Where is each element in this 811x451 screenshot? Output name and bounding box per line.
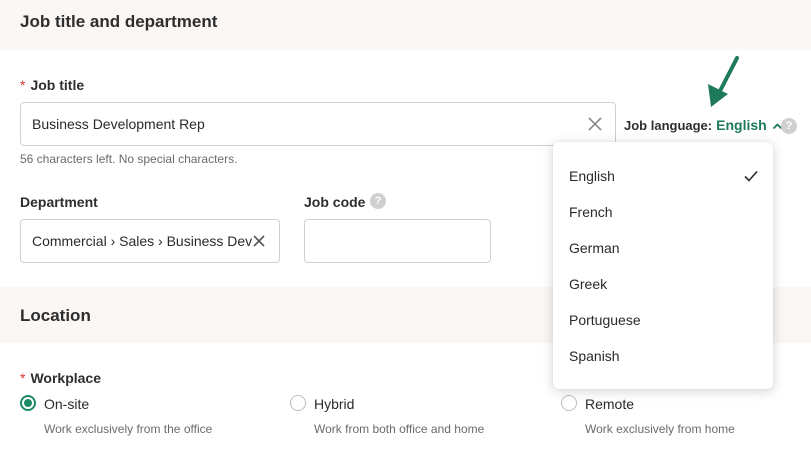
job-title-value: Business Development Rep [32, 116, 205, 132]
job-language-label: Job language: [624, 117, 713, 133]
dropdown-item-label: Greek [569, 276, 608, 292]
checkmark-icon [743, 168, 759, 184]
department-select[interactable]: Commercial › Sales › Business Dev [20, 219, 280, 263]
radio-onsite-label[interactable]: On-site [44, 396, 89, 412]
job-language-dropdown: English French German Greek Portuguese S… [553, 142, 773, 389]
dropdown-item-label: French [569, 204, 613, 220]
dropdown-item-french[interactable]: French [553, 194, 773, 230]
dropdown-item-label: English [569, 168, 615, 184]
section-title-job: Job title and department [20, 12, 218, 31]
dropdown-item-english[interactable]: English [553, 158, 773, 194]
arrow-down-icon [708, 56, 739, 107]
dropdown-item-greek[interactable]: Greek [553, 266, 773, 302]
section-header-job: Job title and department [0, 0, 811, 50]
radio-remote-description: Work exclusively from home [585, 422, 735, 436]
radio-hybrid[interactable] [290, 395, 306, 411]
job-language-value: English [716, 117, 767, 133]
required-marker: * [20, 77, 26, 93]
job-title-hint: 56 characters left. No special character… [20, 152, 238, 166]
help-circle-icon[interactable]: ? [781, 118, 797, 134]
radio-hybrid-label[interactable]: Hybrid [314, 396, 354, 412]
department-value: Commercial › Sales › Business Dev [32, 233, 253, 249]
radio-remote[interactable] [561, 395, 577, 411]
workplace-label-text: Workplace [30, 370, 101, 386]
job-code-label: Job code [304, 194, 366, 210]
dropdown-item-label: Portuguese [569, 312, 641, 328]
dropdown-item-label: Spanish [569, 348, 620, 364]
close-icon[interactable] [251, 233, 267, 249]
dropdown-item-label: German [569, 240, 620, 256]
page: Job title and department * Job title Busi… [0, 0, 811, 451]
workplace-label: * Workplace [20, 370, 101, 386]
job-title-label-text: Job title [30, 77, 85, 93]
dropdown-item-portuguese[interactable]: Portuguese [553, 302, 773, 338]
radio-onsite-description: Work exclusively from the office [44, 422, 213, 436]
department-label: Department [20, 194, 98, 210]
dropdown-item-spanish[interactable]: Spanish [553, 338, 773, 374]
required-marker: * [20, 370, 26, 386]
job-title-label: * Job title [20, 77, 84, 93]
radio-hybrid-description: Work from both office and home [314, 422, 485, 436]
radio-onsite[interactable] [20, 395, 36, 411]
help-circle-icon[interactable]: ? [370, 193, 386, 209]
section-title-location: Location [20, 306, 91, 325]
radio-remote-label[interactable]: Remote [585, 396, 634, 412]
dropdown-item-german[interactable]: German [553, 230, 773, 266]
job-language-toggle[interactable]: Job language: English [624, 117, 783, 133]
job-title-input[interactable]: Business Development Rep [20, 102, 616, 146]
close-icon[interactable] [587, 116, 603, 132]
job-code-input[interactable] [304, 219, 491, 263]
